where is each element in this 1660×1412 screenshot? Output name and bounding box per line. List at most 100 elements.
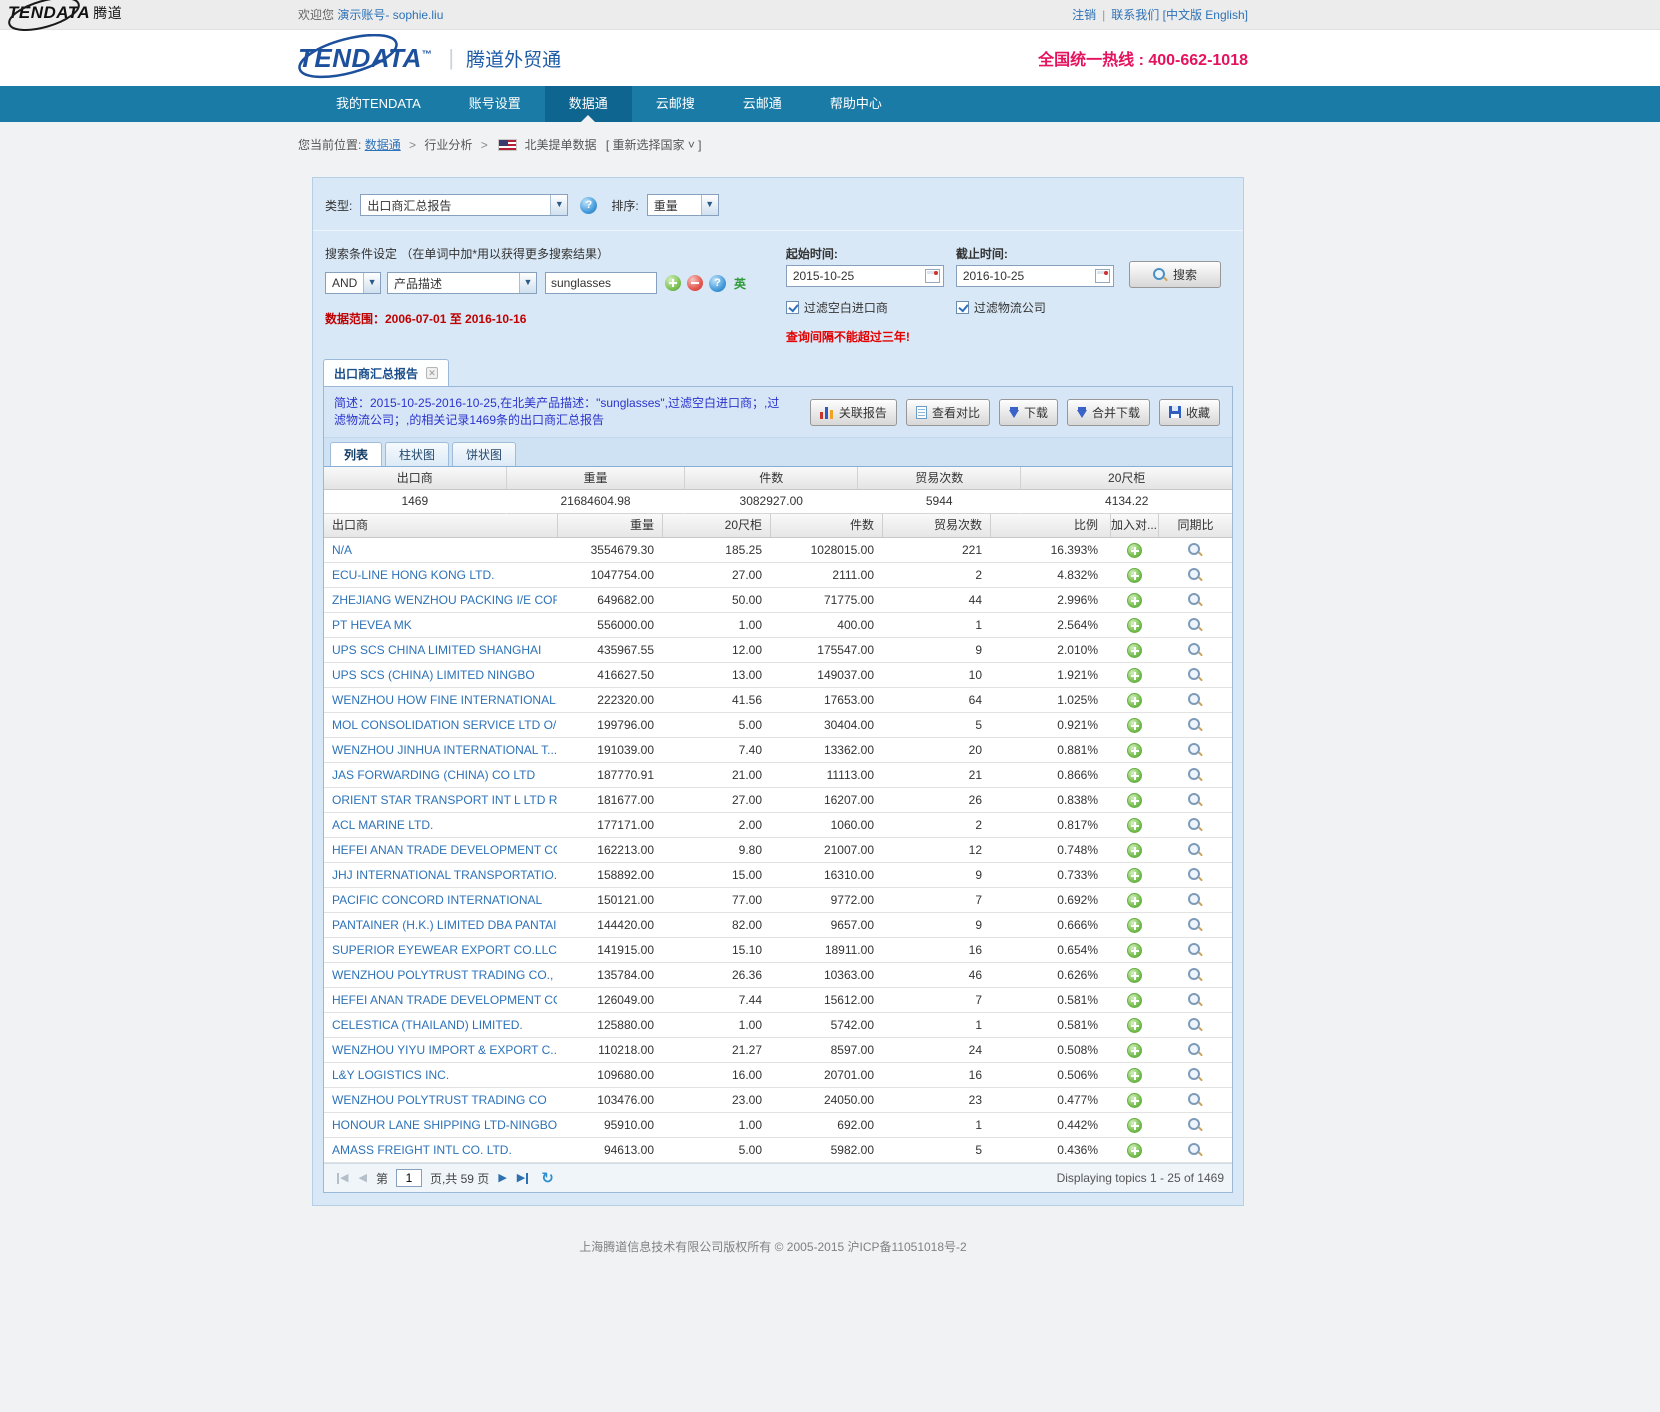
nav-item-1[interactable]: 账号设置 — [445, 86, 545, 122]
period-compare-icon[interactable] — [1188, 618, 1202, 632]
exporter-link[interactable]: PACIFIC CONCORD INTERNATIONAL — [332, 893, 542, 907]
add-to-compare-icon[interactable] — [1127, 1068, 1142, 1083]
period-compare-icon[interactable] — [1188, 768, 1202, 782]
exporter-link[interactable]: UPS SCS (CHINA) LIMITED NINGBO — [332, 668, 535, 682]
period-compare-icon[interactable] — [1188, 893, 1202, 907]
add-to-compare-icon[interactable] — [1127, 893, 1142, 908]
period-compare-icon[interactable] — [1188, 843, 1202, 857]
exporter-link[interactable]: HEFEI ANAN TRADE DEVELOPMENT CO... — [332, 993, 557, 1007]
action-button-3[interactable]: 合并下载 — [1067, 399, 1150, 426]
add-to-compare-icon[interactable] — [1127, 1043, 1142, 1058]
view-tab-2[interactable]: 饼状图 — [452, 442, 516, 466]
end-date-input[interactable] — [963, 269, 1083, 283]
view-tab-0[interactable]: 列表 — [330, 442, 382, 466]
period-compare-icon[interactable] — [1188, 668, 1202, 682]
field-select[interactable]: 产品描述 ▼ — [387, 272, 537, 294]
period-compare-icon[interactable] — [1188, 943, 1202, 957]
operator-select[interactable]: AND ▼ — [325, 272, 381, 294]
action-button-0[interactable]: 关联报告 — [810, 399, 897, 426]
logout-link[interactable]: 注销 — [1072, 8, 1096, 22]
add-to-compare-icon[interactable] — [1127, 668, 1142, 683]
start-date-input[interactable] — [793, 269, 913, 283]
contact-link[interactable]: 联系我们 — [1111, 8, 1159, 22]
exporter-link[interactable]: ZHEJIANG WENZHOU PACKING I/E CORP. — [332, 593, 557, 607]
exporter-link[interactable]: WENZHOU YIYU IMPORT & EXPORT C... — [332, 1043, 557, 1057]
period-compare-icon[interactable] — [1188, 1018, 1202, 1032]
add-to-compare-icon[interactable] — [1127, 843, 1142, 858]
exporter-link[interactable]: UPS SCS CHINA LIMITED SHANGHAI — [332, 643, 541, 657]
add-to-compare-icon[interactable] — [1127, 1093, 1142, 1108]
add-to-compare-icon[interactable] — [1127, 643, 1142, 658]
period-compare-icon[interactable] — [1188, 793, 1202, 807]
close-icon[interactable] — [426, 367, 438, 379]
filter-logistics-checkbox[interactable]: 过滤物流公司 — [956, 299, 1126, 316]
period-compare-icon[interactable] — [1188, 743, 1202, 757]
exporter-link[interactable]: SUPERIOR EYEWEAR EXPORT CO.LLC — [332, 943, 557, 957]
add-to-compare-icon[interactable] — [1127, 768, 1142, 783]
filter-blank-importer-checkbox[interactable]: 过滤空白进口商 — [786, 299, 956, 316]
previous-page-icon[interactable]: ◀ — [358, 1173, 366, 1184]
period-compare-icon[interactable] — [1188, 568, 1202, 582]
add-condition-icon[interactable] — [665, 275, 681, 291]
english-toggle[interactable]: 英 — [734, 275, 746, 292]
nav-item-5[interactable]: 帮助中心 — [806, 86, 906, 122]
add-to-compare-icon[interactable] — [1127, 918, 1142, 933]
add-to-compare-icon[interactable] — [1127, 1018, 1142, 1033]
page-number-input[interactable] — [396, 1169, 422, 1187]
period-compare-icon[interactable] — [1188, 693, 1202, 707]
header-exporter[interactable]: 出口商 — [324, 514, 557, 537]
period-compare-icon[interactable] — [1188, 1043, 1202, 1057]
exporter-link[interactable]: WENZHOU POLYTRUST TRADING CO — [332, 1093, 547, 1107]
reselect-country-link[interactable]: [ 重新选择国家 ˅ ] — [606, 138, 702, 152]
language-switch-link[interactable]: [中文版 English] — [1163, 8, 1248, 22]
keyword-input[interactable] — [545, 272, 657, 294]
header-trades[interactable]: 贸易次数 — [882, 514, 990, 537]
period-compare-icon[interactable] — [1188, 968, 1202, 982]
period-compare-icon[interactable] — [1188, 818, 1202, 832]
exporter-link[interactable]: WENZHOU POLYTRUST TRADING CO., ... — [332, 968, 557, 982]
add-to-compare-icon[interactable] — [1127, 818, 1142, 833]
header-ratio[interactable]: 比例 — [990, 514, 1110, 537]
period-compare-icon[interactable] — [1188, 543, 1202, 557]
add-to-compare-icon[interactable] — [1127, 743, 1142, 758]
period-compare-icon[interactable] — [1188, 718, 1202, 732]
account-link[interactable]: 演示账号- sophie.liu — [337, 8, 443, 22]
breadcrumb-link-datahub[interactable]: 数据通 — [365, 138, 401, 152]
exporter-link[interactable]: L&Y LOGISTICS INC. — [332, 1068, 449, 1082]
add-to-compare-icon[interactable] — [1127, 618, 1142, 633]
period-compare-icon[interactable] — [1188, 593, 1202, 607]
remove-condition-icon[interactable] — [687, 275, 703, 291]
add-to-compare-icon[interactable] — [1127, 793, 1142, 808]
add-to-compare-icon[interactable] — [1127, 968, 1142, 983]
nav-item-2[interactable]: 数据通 — [545, 86, 632, 122]
period-compare-icon[interactable] — [1188, 1068, 1202, 1082]
exporter-link[interactable]: ECU-LINE HONG KONG LTD. — [332, 568, 494, 582]
exporter-link[interactable]: ACL MARINE LTD. — [332, 818, 433, 832]
add-to-compare-icon[interactable] — [1127, 593, 1142, 608]
last-page-icon[interactable]: ▶ — [517, 1173, 528, 1184]
exporter-link[interactable]: JAS FORWARDING (CHINA) CO LTD — [332, 768, 535, 782]
exporter-link[interactable]: PT HEVEA MK — [332, 618, 412, 632]
exporter-link[interactable]: WENZHOU HOW FINE INTERNATIONAL... — [332, 693, 557, 707]
add-to-compare-icon[interactable] — [1127, 868, 1142, 883]
exporter-link[interactable]: MOL CONSOLIDATION SERVICE LTD O/B — [332, 718, 557, 732]
action-button-2[interactable]: 下载 — [999, 399, 1058, 426]
add-to-compare-icon[interactable] — [1127, 1118, 1142, 1133]
period-compare-icon[interactable] — [1188, 868, 1202, 882]
action-button-4[interactable]: 收藏 — [1159, 399, 1220, 426]
help-icon[interactable]: ? — [709, 275, 726, 292]
exporter-link[interactable]: WENZHOU JINHUA INTERNATIONAL T... — [332, 743, 557, 757]
add-to-compare-icon[interactable] — [1127, 993, 1142, 1008]
help-icon[interactable]: ? — [580, 197, 597, 214]
calendar-icon[interactable] — [925, 269, 940, 283]
report-tab[interactable]: 出口商汇总报告 — [323, 359, 449, 386]
period-compare-icon[interactable] — [1188, 993, 1202, 1007]
period-compare-icon[interactable] — [1188, 918, 1202, 932]
exporter-link[interactable]: PANTAINER (H.K.) LIMITED DBA PANTAI — [332, 918, 556, 932]
exporter-link[interactable]: HONOUR LANE SHIPPING LTD-NINGBO — [332, 1118, 557, 1132]
add-to-compare-icon[interactable] — [1127, 568, 1142, 583]
action-button-1[interactable]: 查看对比 — [906, 399, 990, 426]
add-to-compare-icon[interactable] — [1127, 718, 1142, 733]
view-tab-1[interactable]: 柱状图 — [385, 442, 449, 466]
next-page-icon[interactable]: ▶ — [498, 1173, 506, 1184]
